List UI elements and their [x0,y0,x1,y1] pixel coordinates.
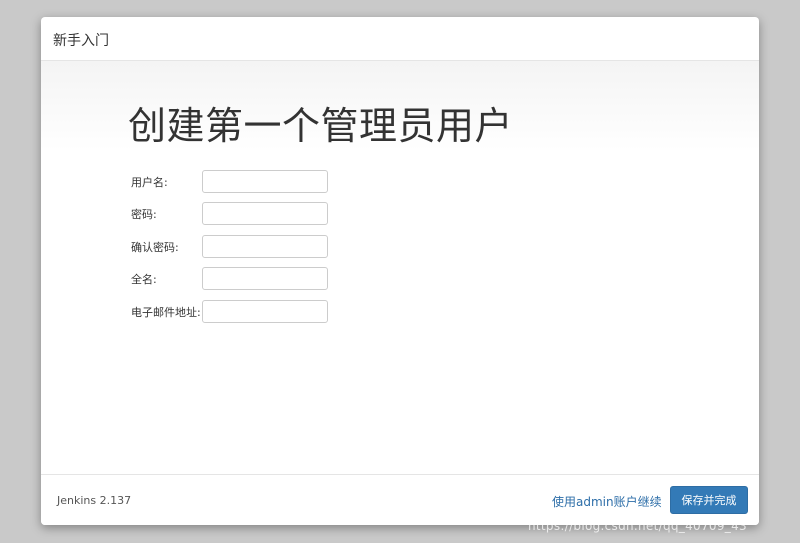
dialog-title: 新手入门 [53,33,109,49]
fullname-input[interactable] [202,267,328,290]
page-title: 创建第一个管理员用户 [128,104,514,148]
email-input[interactable] [202,300,328,323]
form-row-fullname: 全名: [131,267,391,291]
setup-wizard-dialog: 新手入门 创建第一个管理员用户 用户名: 密码: 确认密码: 全名: 电子邮件地… [41,17,759,525]
watermark: https://blog.csdn.net/qq_40709_43 [528,519,747,533]
form-row-confirm-password: 确认密码: [131,235,391,259]
continue-as-admin-link[interactable]: 使用admin账户继续 [552,493,662,510]
password-input[interactable] [202,202,328,225]
dialog-header: 新手入门 [41,17,759,61]
username-label: 用户名: [131,176,168,189]
dialog-footer: Jenkins 2.137 使用admin账户继续 保存并完成 [41,474,759,525]
email-label: 电子邮件地址: [131,306,201,319]
form-row-password: 密码: [131,202,391,226]
password-label: 密码: [131,208,157,221]
jenkins-version: Jenkins 2.137 [57,494,132,507]
confirm-password-label: 确认密码: [131,241,179,254]
save-and-finish-button[interactable]: 保存并完成 [670,486,748,514]
form-row-username: 用户名: [131,170,391,194]
confirm-password-input[interactable] [202,235,328,258]
username-input[interactable] [202,170,328,193]
dialog-body: 创建第一个管理员用户 用户名: 密码: 确认密码: 全名: 电子邮件地址: [41,61,759,474]
fullname-label: 全名: [131,273,157,286]
form-row-email: 电子邮件地址: [131,300,391,324]
